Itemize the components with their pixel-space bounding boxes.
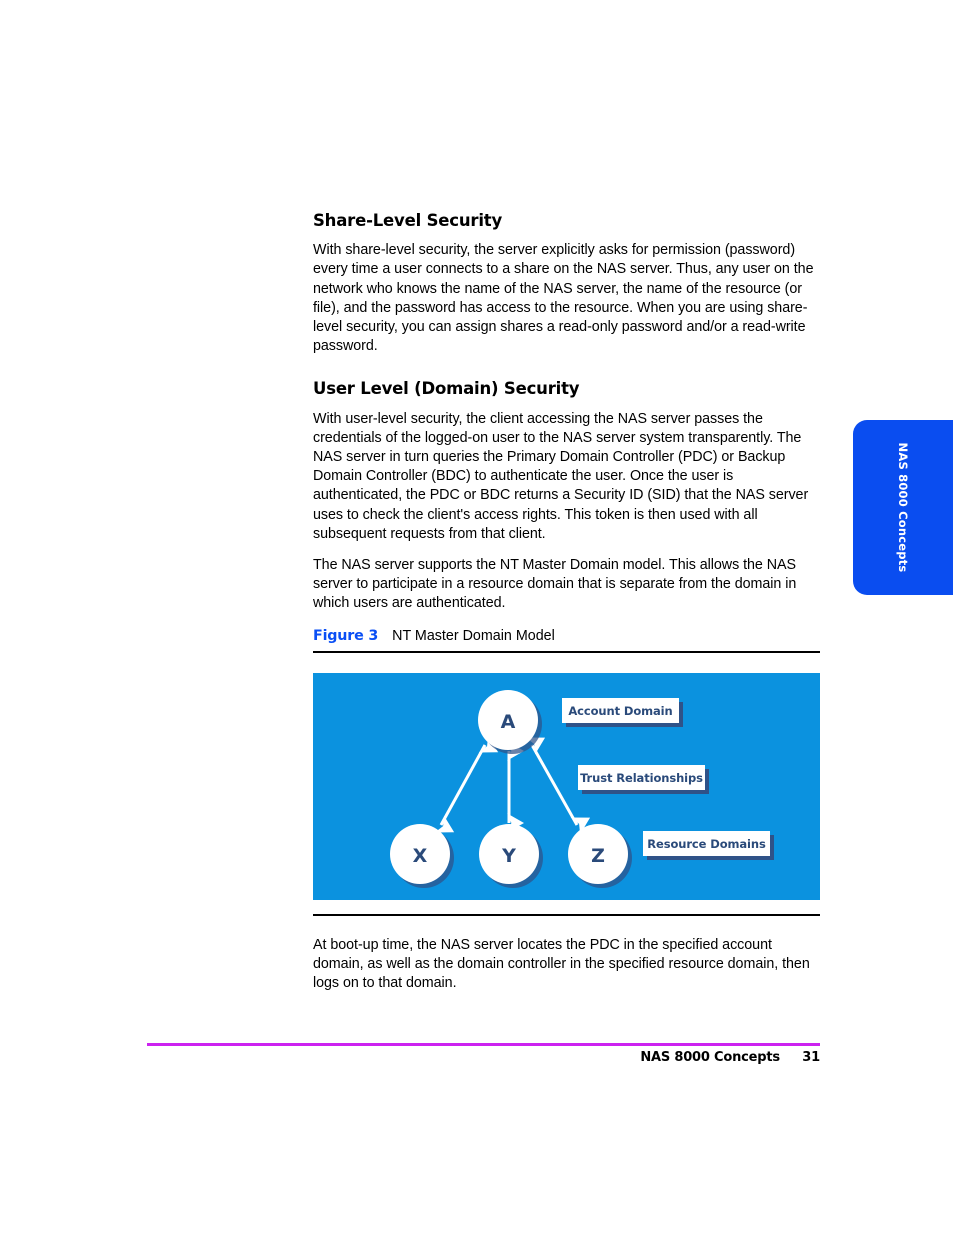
arrow-a-x: [434, 735, 499, 833]
page-footer: NAS 8000 Concepts 31: [460, 1050, 820, 1065]
node-resource-domain-y: Y: [479, 824, 539, 884]
figure-title-text: NT Master Domain Model: [392, 628, 555, 644]
trust-relationship-arrows: [434, 735, 591, 835]
footer-document-title: NAS 8000 Concepts: [640, 1050, 780, 1065]
side-tab-nas-8000-concepts: NAS 8000 Concepts: [853, 420, 953, 595]
figure-number-label: Figure 3: [313, 628, 379, 644]
callout-account-domain-text: Account Domain: [568, 704, 672, 718]
node-letter-z: Z: [591, 845, 605, 867]
figure-caption: Figure 3 NT Master Domain Model: [313, 628, 820, 644]
after-figure-text: At boot-up time, the NAS server locates …: [313, 936, 820, 994]
section-heading-user-level-domain-security: User Level (Domain) Security: [313, 379, 580, 399]
node-account-domain-a: A: [478, 690, 538, 750]
figure-top-rule: [313, 651, 820, 653]
node-letter-y: Y: [501, 845, 516, 867]
footer-rule: [147, 1043, 820, 1046]
node-letter-a: A: [501, 711, 516, 733]
callout-account-domain: Account Domain: [562, 698, 683, 727]
paragraph-share-level-security: With share-level security, the server ex…: [313, 242, 814, 355]
footer-page-number: 31: [802, 1050, 820, 1065]
node-resource-domain-z: Z: [568, 824, 628, 884]
side-tab-label: NAS 8000 Concepts: [896, 442, 910, 573]
paragraph-user-level-security: With user-level security, the client acc…: [313, 410, 809, 542]
main-text-column: Share-Level Security With share-level se…: [313, 211, 820, 614]
node-letter-x: X: [413, 845, 428, 867]
paragraph-boot-up-time: At boot-up time, the NAS server locates …: [313, 937, 810, 992]
paragraph-nt-master-domain: The NAS server supports the NT Master Do…: [313, 556, 797, 612]
figure-bottom-rule: [313, 914, 820, 916]
callout-resource-domains-text: Resource Domains: [647, 837, 766, 851]
callout-resource-domains: Resource Domains: [643, 831, 774, 860]
callout-trust-relationships: Trust Relationships: [578, 765, 709, 794]
arrow-a-z: [525, 737, 591, 835]
document-page: Share-Level Security With share-level se…: [0, 0, 954, 1235]
section-heading-share-level-security: Share-Level Security: [313, 211, 503, 230]
figure-diagram-nt-master-domain: A X Y Z Account Domain Trust Relationshi…: [313, 673, 820, 900]
node-resource-domain-x: X: [390, 824, 450, 884]
callout-trust-relationships-text: Trust Relationships: [580, 771, 703, 785]
